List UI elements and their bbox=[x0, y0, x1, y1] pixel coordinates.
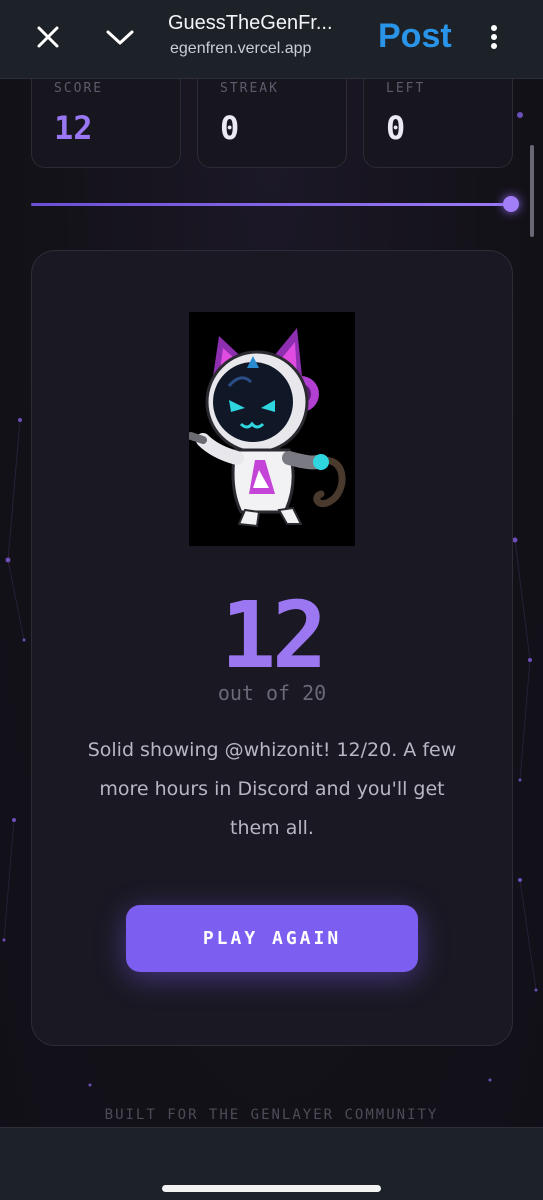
stat-label: STREAK bbox=[220, 81, 279, 96]
close-icon bbox=[37, 26, 59, 48]
result-message: Solid showing @whizonit! 12/20. A few mo… bbox=[87, 739, 457, 839]
scrollbar[interactable] bbox=[530, 145, 534, 237]
stat-value: 0 bbox=[386, 109, 406, 147]
genfren-avatar-image bbox=[187, 312, 355, 546]
page-info: GuessTheGenFr... egenfren.vercel.app bbox=[168, 10, 358, 60]
play-again-button[interactable]: PLAY AGAIN bbox=[126, 905, 418, 972]
post-button[interactable]: Post bbox=[374, 14, 456, 58]
collapse-button[interactable] bbox=[98, 15, 142, 59]
page-url: egenfren.vercel.app bbox=[170, 40, 312, 57]
more-vert-icon bbox=[491, 25, 497, 49]
more-options-button[interactable] bbox=[472, 15, 516, 59]
progress-bar bbox=[31, 196, 519, 212]
final-score: 12 bbox=[220, 582, 328, 689]
browser-toolbar: GuessTheGenFr... egenfren.vercel.app Pos… bbox=[0, 0, 543, 79]
stat-value: 12 bbox=[54, 109, 93, 147]
chevron-down-icon bbox=[106, 30, 134, 45]
progress-knob bbox=[503, 196, 519, 212]
home-indicator[interactable] bbox=[162, 1185, 381, 1192]
close-button[interactable] bbox=[26, 15, 70, 59]
result-card: 12 out of 20 Solid showing @whizonit! 12… bbox=[31, 250, 513, 1046]
score-total: out of 20 bbox=[217, 681, 327, 705]
stat-value: 0 bbox=[220, 109, 240, 147]
footer-credit: BUILT FOR THE GENLAYER COMMUNITY bbox=[104, 1107, 439, 1123]
app-screen: GuessTheGenFr... egenfren.vercel.app Pos… bbox=[0, 0, 543, 1200]
progress-fill bbox=[31, 203, 511, 206]
stat-label: SCORE bbox=[54, 81, 104, 96]
page-title: GuessTheGenFr... bbox=[168, 12, 333, 34]
stat-label: LEFT bbox=[386, 81, 426, 96]
